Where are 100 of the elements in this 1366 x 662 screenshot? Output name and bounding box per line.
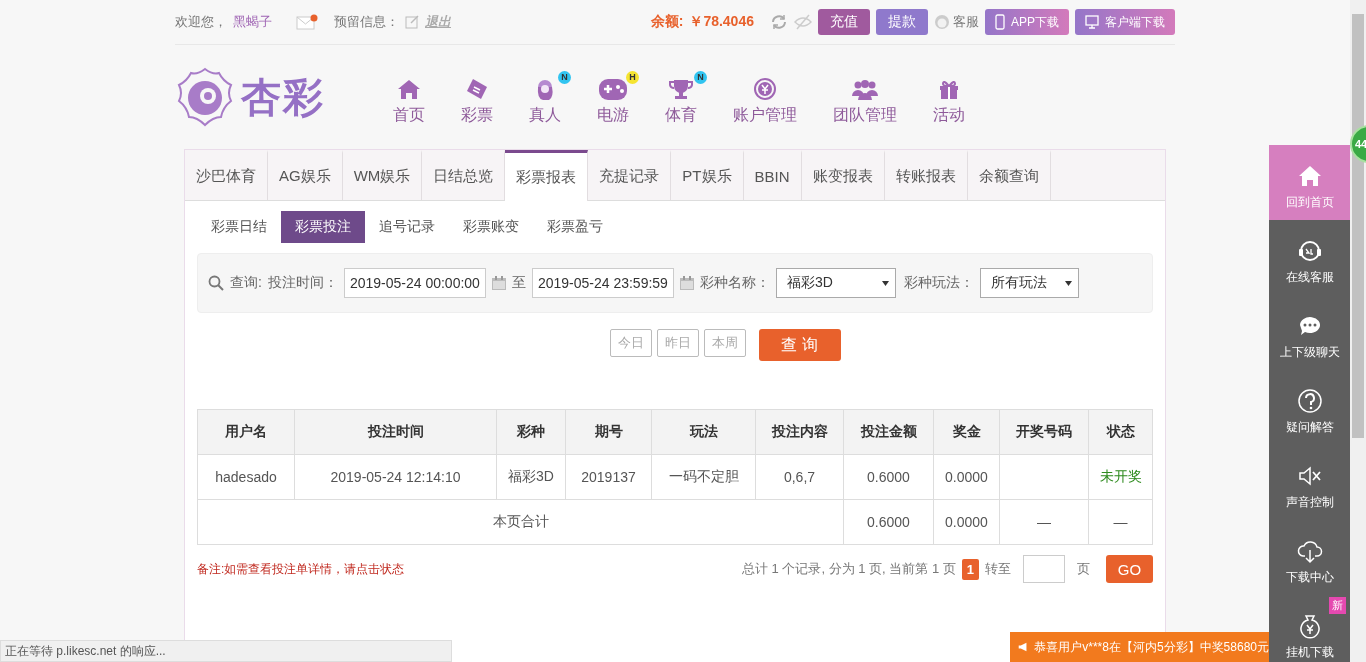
calendar-icon[interactable] <box>679 276 694 290</box>
total-label: 本页合计 <box>197 499 844 545</box>
report-tab[interactable]: PT娱乐 <box>671 150 744 200</box>
side-item[interactable]: 下载中心 <box>1269 520 1350 595</box>
nav-label[interactable]: 团队管理 <box>833 104 897 126</box>
report-tab[interactable]: 沙巴体育 <box>185 150 268 200</box>
scrollbar[interactable] <box>1350 0 1366 662</box>
nav-label[interactable]: 首页 <box>393 104 425 126</box>
column-header: 用户名 <box>197 409 295 455</box>
sub-tab[interactable]: 彩票日结 <box>197 211 281 243</box>
edit-icon[interactable] <box>405 15 419 29</box>
table-cell: 2019137 <box>565 454 652 500</box>
report-tab[interactable]: 账变报表 <box>801 150 885 200</box>
logo-icon[interactable] <box>175 67 235 127</box>
column-header: 投注金额 <box>843 409 934 455</box>
side-label[interactable]: 挂机下载 <box>1285 643 1334 661</box>
status-bar: 正在等待 p.likesc.net 的响应... <box>0 640 452 662</box>
report-tab[interactable]: BBIN <box>743 150 802 200</box>
refresh-icon[interactable] <box>770 13 788 31</box>
username[interactable]: 黑蝎子 <box>233 13 272 31</box>
nav-label[interactable]: 活动 <box>933 104 965 126</box>
nav-label[interactable]: 电游 <box>597 104 629 126</box>
sub-tab[interactable]: 追号记录 <box>365 211 449 243</box>
side-item[interactable]: 上下级聊天 <box>1269 295 1350 370</box>
column-header: 开奖号码 <box>999 409 1089 455</box>
play-label: 彩种玩法： <box>903 274 974 292</box>
table-cell: 福彩3D <box>496 454 566 500</box>
service-link[interactable]: 客服 <box>953 13 979 31</box>
nav-item[interactable]: N 体育 <box>647 68 715 126</box>
side-label[interactable]: 疑问解答 <box>1285 418 1334 436</box>
end-time-field[interactable]: 2019-05-24 23:59:59 <box>531 268 674 298</box>
dropdown-icon <box>1064 280 1072 286</box>
query-button[interactable]: 查 询 <box>758 329 841 361</box>
column-header: 投注时间 <box>294 409 497 455</box>
table-cell: 0.6000 <box>843 499 934 545</box>
side-label[interactable]: 声音控制 <box>1285 493 1334 511</box>
side-label[interactable]: 在线客服 <box>1285 268 1334 286</box>
current-page[interactable]: 1 <box>961 558 979 580</box>
side-item[interactable]: 新 挂机下载 <box>1269 595 1350 662</box>
yen-icon <box>751 76 779 101</box>
side-label[interactable]: 下载中心 <box>1285 568 1334 586</box>
nav-item[interactable]: 彩票 <box>443 68 511 126</box>
nav-item[interactable]: 首页 <box>375 68 443 126</box>
time-label: 投注时间： <box>267 274 338 292</box>
hide-icon[interactable] <box>794 13 812 31</box>
phone-icon <box>995 14 1005 30</box>
logo-text[interactable]: 杏彩 <box>241 69 325 125</box>
page-field[interactable] <box>1023 555 1065 583</box>
scrollbar-thumb[interactable] <box>1352 14 1364 438</box>
page-unit: 页 <box>1077 560 1090 578</box>
nav-label[interactable]: 真人 <box>529 104 561 126</box>
nav-label[interactable]: 账户管理 <box>733 104 797 126</box>
table-cell: 一码不定胆 <box>651 454 756 500</box>
table-cell: 0.0000 <box>933 499 1000 545</box>
question-icon <box>1296 387 1323 414</box>
withdraw-button[interactable]: 提款 <box>876 9 928 35</box>
lottery-select[interactable]: 福彩3D <box>775 268 896 298</box>
monitor-icon <box>1085 15 1099 29</box>
report-tab[interactable]: 转账报表 <box>884 150 968 200</box>
status-link[interactable]: 未开奖 <box>1088 454 1153 500</box>
new-badge: 新 <box>1329 597 1346 614</box>
nav-item[interactable]: N 真人 <box>511 68 579 126</box>
nav-badge: N <box>558 70 571 84</box>
sub-tab[interactable]: 彩票账变 <box>449 211 533 243</box>
nav-label[interactable]: 体育 <box>665 104 697 126</box>
report-tab[interactable]: WM娱乐 <box>342 150 423 200</box>
side-item[interactable]: 在线客服 <box>1269 220 1350 295</box>
nav-item[interactable]: 活动 <box>915 68 983 126</box>
message-label: 预留信息： <box>334 13 399 31</box>
side-item[interactable]: 声音控制 <box>1269 445 1350 520</box>
nav-item[interactable]: 团队管理 <box>815 68 915 126</box>
table-cell: 0.0000 <box>933 454 1000 500</box>
mail-icon[interactable] <box>296 14 318 30</box>
go-button[interactable]: GO <box>1106 555 1153 583</box>
table-cell: 2019-05-24 12:14:10 <box>294 454 497 500</box>
sub-tab[interactable]: 彩票盈亏 <box>533 211 617 243</box>
column-header: 彩种 <box>496 409 566 455</box>
greeting: 欢迎您， <box>175 13 227 31</box>
search-icon <box>208 275 224 291</box>
column-header: 状态 <box>1088 409 1153 455</box>
pagination-summary: 总计 1 个记录, 分为 1 页, 当前第 1 页 <box>741 560 956 578</box>
column-header: 玩法 <box>651 409 756 455</box>
report-tab[interactable]: 彩票报表 <box>505 150 589 201</box>
sub-tab[interactable]: 彩票投注 <box>281 211 365 243</box>
table-cell: — <box>999 499 1089 545</box>
report-tab[interactable]: 充提记录 <box>588 150 672 200</box>
report-tab[interactable]: AG娱乐 <box>268 150 343 200</box>
start-time-field[interactable]: 2019-05-24 00:00:00 <box>343 268 486 298</box>
nav-item[interactable]: H 电游 <box>579 68 647 126</box>
side-label[interactable]: 上下级聊天 <box>1279 343 1340 361</box>
side-item[interactable]: 疑问解答 <box>1269 370 1350 445</box>
nav-item[interactable]: 账户管理 <box>715 68 815 126</box>
table-cell: 0,6,7 <box>755 454 844 500</box>
deposit-button[interactable]: 充值 <box>818 9 870 35</box>
balance-label: 余额: <box>650 13 684 31</box>
calendar-icon[interactable] <box>491 276 506 290</box>
report-tab[interactable]: 余额查询 <box>967 150 1051 200</box>
support-avatar-icon[interactable] <box>934 14 950 30</box>
nav-label[interactable]: 彩票 <box>461 104 493 126</box>
play-select[interactable]: 所有玩法 <box>979 268 1079 298</box>
